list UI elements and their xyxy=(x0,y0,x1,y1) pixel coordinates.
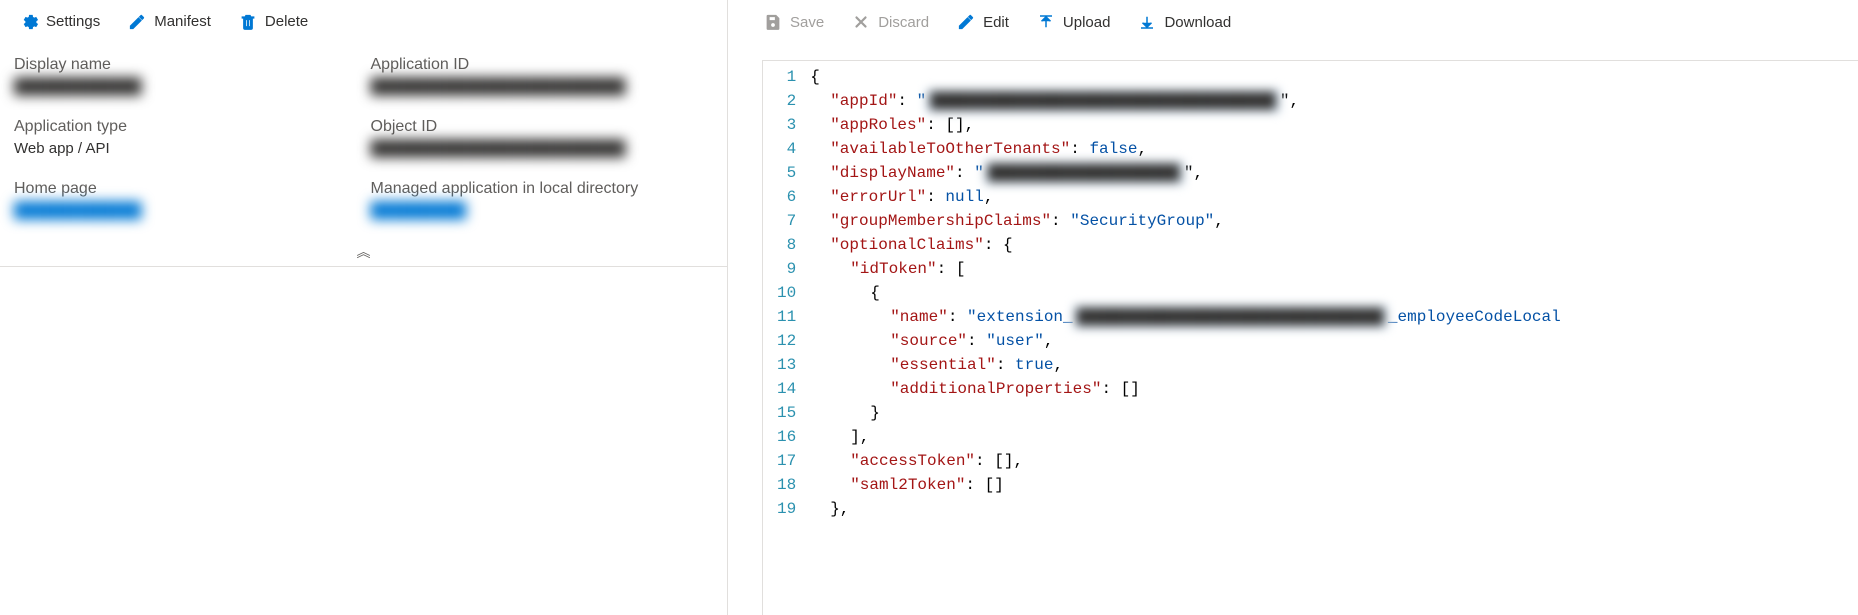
line-number: 11 xyxy=(777,305,796,329)
line-number: 15 xyxy=(777,401,796,425)
line-number: 17 xyxy=(777,449,796,473)
line-number: 3 xyxy=(777,113,796,137)
line-number: 7 xyxy=(777,209,796,233)
left-panel: Settings Manifest Delete Display name ███… xyxy=(0,0,728,615)
upload-button[interactable]: Upload xyxy=(1035,9,1113,35)
line-number: 9 xyxy=(777,257,796,281)
trash-icon xyxy=(239,13,257,31)
delete-label: Delete xyxy=(265,13,308,30)
line-number: 6 xyxy=(777,185,796,209)
property-label: Managed application in local directory xyxy=(371,180,714,198)
code-line[interactable]: "errorUrl": null, xyxy=(810,185,1561,209)
x-icon xyxy=(852,13,870,31)
save-button: Save xyxy=(762,9,826,35)
left-toolbar: Settings Manifest Delete xyxy=(0,0,727,44)
pencil-icon xyxy=(128,13,146,31)
property-value[interactable]: ████████████ xyxy=(14,202,357,222)
code-line[interactable]: "accessToken": [], xyxy=(810,449,1561,473)
code-line[interactable]: "idToken": [ xyxy=(810,257,1561,281)
gear-icon xyxy=(20,13,38,31)
property-label: Application type xyxy=(14,118,357,136)
download-button[interactable]: Download xyxy=(1136,9,1233,35)
code-line[interactable]: "saml2Token": [] xyxy=(810,473,1561,497)
line-number: 5 xyxy=(777,161,796,185)
discard-label: Discard xyxy=(878,14,929,31)
line-number: 13 xyxy=(777,353,796,377)
edit-label: Edit xyxy=(983,14,1009,31)
line-number: 8 xyxy=(777,233,796,257)
property-label: Home page xyxy=(14,180,357,198)
line-number: 14 xyxy=(777,377,796,401)
property-group: Application type Web app / API xyxy=(14,118,357,160)
code-area[interactable]: {"appId": "█████████████████████████████… xyxy=(806,61,1561,615)
code-line[interactable]: "appRoles": [], xyxy=(810,113,1561,137)
code-line[interactable]: } xyxy=(810,401,1561,425)
line-number-gutter: 12345678910111213141516171819 xyxy=(763,61,806,615)
line-number: 4 xyxy=(777,137,796,161)
manifest-button[interactable]: Manifest xyxy=(126,9,213,35)
download-label: Download xyxy=(1164,14,1231,31)
save-label: Save xyxy=(790,14,824,31)
settings-label: Settings xyxy=(46,13,100,30)
upload-icon xyxy=(1037,13,1055,31)
code-line[interactable]: { xyxy=(810,65,1561,89)
code-line[interactable]: "groupMembershipClaims": "SecurityGroup"… xyxy=(810,209,1561,233)
property-group: Application ID ████████████████████████ xyxy=(371,56,714,98)
discard-button: Discard xyxy=(850,9,931,35)
code-line[interactable]: "appId": "██████████████████████████████… xyxy=(810,89,1561,113)
property-group: Managed application in local directory ██… xyxy=(371,180,714,222)
property-group: Object ID ████████████████████████ xyxy=(371,118,714,160)
line-number: 18 xyxy=(777,473,796,497)
code-line[interactable]: "availableToOtherTenants": false, xyxy=(810,137,1561,161)
line-number: 16 xyxy=(777,425,796,449)
settings-button[interactable]: Settings xyxy=(18,9,102,35)
code-line[interactable]: }, xyxy=(810,497,1561,521)
code-line[interactable]: "optionalClaims": { xyxy=(810,233,1561,257)
code-line[interactable]: { xyxy=(810,281,1561,305)
properties-panel: Display name ████████████ Application ID ██… xyxy=(0,44,727,267)
manifest-label: Manifest xyxy=(154,13,211,30)
property-group: Display name ████████████ xyxy=(14,56,357,98)
download-icon xyxy=(1138,13,1156,31)
code-line[interactable]: "name": "extension_█████████████████████… xyxy=(810,305,1561,329)
pencil-icon xyxy=(957,13,975,31)
save-icon xyxy=(764,13,782,31)
property-label: Object ID xyxy=(371,118,714,136)
upload-label: Upload xyxy=(1063,14,1111,31)
line-number: 10 xyxy=(777,281,796,305)
code-line[interactable]: "source": "user", xyxy=(810,329,1561,353)
property-value: ████████████████████████ xyxy=(371,140,714,160)
delete-button[interactable]: Delete xyxy=(237,9,310,35)
right-panel: Save Discard Edit Upload Download xyxy=(728,0,1858,615)
property-group: Home page ████████████ xyxy=(14,180,357,222)
property-value: Web app / API xyxy=(14,140,357,160)
right-toolbar: Save Discard Edit Upload Download xyxy=(728,0,1858,44)
code-line[interactable]: ], xyxy=(810,425,1561,449)
manifest-editor[interactable]: 12345678910111213141516171819 {"appId": … xyxy=(762,60,1858,615)
property-value: ████████████████████████ xyxy=(371,78,714,98)
line-number: 12 xyxy=(777,329,796,353)
property-label: Display name xyxy=(14,56,357,74)
code-line[interactable]: "displayName": "████████████████████", xyxy=(810,161,1561,185)
code-line[interactable]: "additionalProperties": [] xyxy=(810,377,1561,401)
line-number: 1 xyxy=(777,65,796,89)
double-chevron-up-icon[interactable]: ︽ xyxy=(14,242,713,266)
code-line[interactable]: "essential": true, xyxy=(810,353,1561,377)
property-value[interactable]: █████████ xyxy=(371,202,714,222)
property-label: Application ID xyxy=(371,56,714,74)
edit-button[interactable]: Edit xyxy=(955,9,1011,35)
property-value: ████████████ xyxy=(14,78,357,98)
line-number: 19 xyxy=(777,497,796,521)
line-number: 2 xyxy=(777,89,796,113)
